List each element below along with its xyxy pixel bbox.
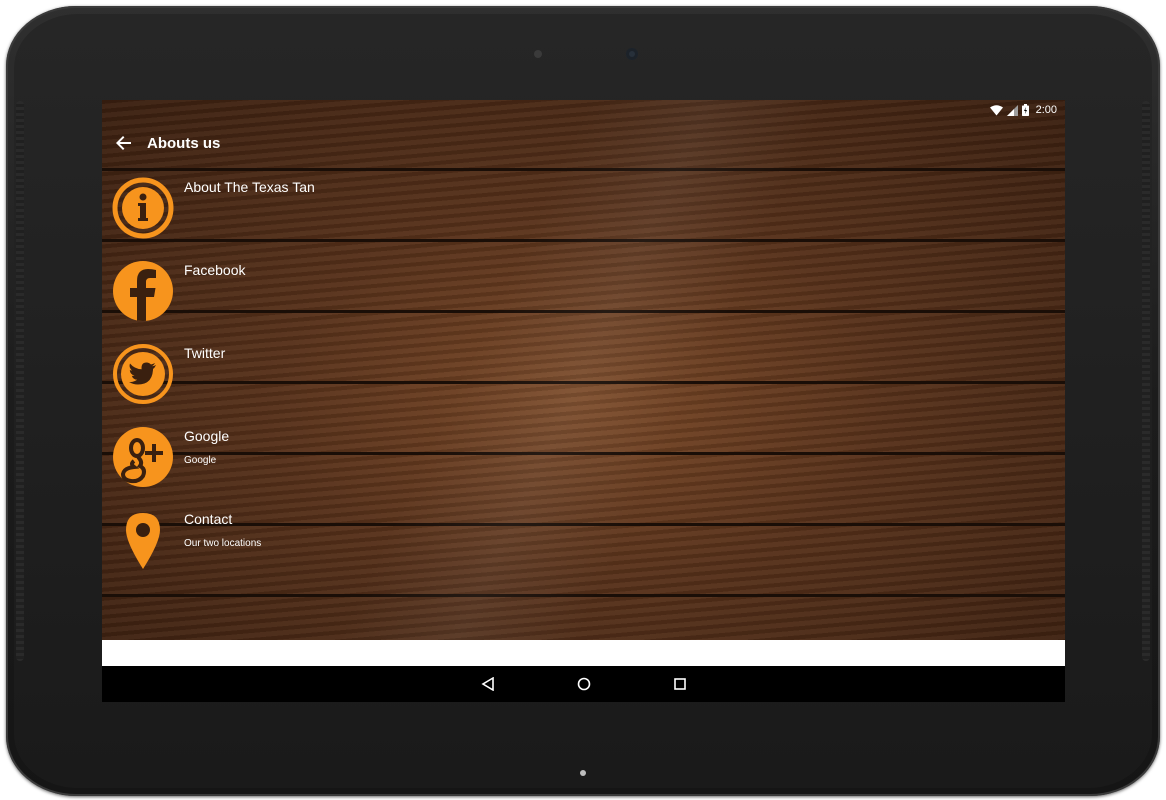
- device-screen: 2:00 Abouts us About The Texas Tan Faceb…: [102, 100, 1065, 702]
- nav-home-button[interactable]: [575, 675, 593, 693]
- wifi-icon: [989, 104, 1003, 115]
- location-pin-icon: [126, 513, 160, 569]
- list-item-facebook[interactable]: Facebook: [102, 253, 1065, 336]
- list-item-contact[interactable]: Contact Our two locations: [102, 502, 1065, 585]
- list-item-twitter[interactable]: Twitter: [102, 336, 1065, 419]
- front-camera: [626, 48, 638, 60]
- list-item-label: Contact: [184, 511, 233, 527]
- triangle-back-icon: [480, 677, 494, 691]
- list-item-subtitle: Google: [184, 455, 217, 466]
- arrow-back-icon: [116, 136, 131, 150]
- proximity-sensor: [534, 50, 542, 58]
- notification-led: [580, 770, 586, 776]
- navigation-bar: [102, 666, 1065, 702]
- list-item-label: About The Texas Tan: [184, 179, 315, 195]
- battery-icon: [1021, 104, 1029, 116]
- list-item-label: Google: [184, 428, 230, 444]
- bottom-white-bar: [102, 640, 1065, 666]
- nav-recents-button[interactable]: [671, 675, 689, 693]
- page-title: Abouts us: [147, 134, 221, 152]
- twitter-icon: [113, 344, 173, 404]
- facebook-icon: [113, 261, 173, 321]
- nav-back-button[interactable]: [479, 675, 497, 693]
- status-bar: 2:00: [102, 100, 1065, 120]
- list-item-about[interactable]: About The Texas Tan: [102, 170, 1065, 253]
- back-button[interactable]: [104, 120, 144, 166]
- signal-icon: [1006, 104, 1018, 116]
- google-plus-icon: [113, 427, 173, 487]
- info-icon: [112, 177, 174, 239]
- list-item-label: Facebook: [184, 262, 246, 278]
- left-speaker-grille: [16, 101, 24, 661]
- square-recents-icon: [673, 678, 686, 690]
- menu-list: About The Texas Tan Facebook Twitter Goo…: [102, 170, 1065, 585]
- list-item-google[interactable]: Google Google: [102, 419, 1065, 502]
- toolbar: Abouts us: [102, 120, 1065, 166]
- circle-home-icon: [577, 677, 590, 691]
- status-time: 2:00: [1035, 104, 1057, 116]
- list-item-label: Twitter: [184, 345, 226, 361]
- list-item-subtitle: Our two locations: [184, 538, 262, 549]
- right-speaker-grille: [1142, 101, 1150, 661]
